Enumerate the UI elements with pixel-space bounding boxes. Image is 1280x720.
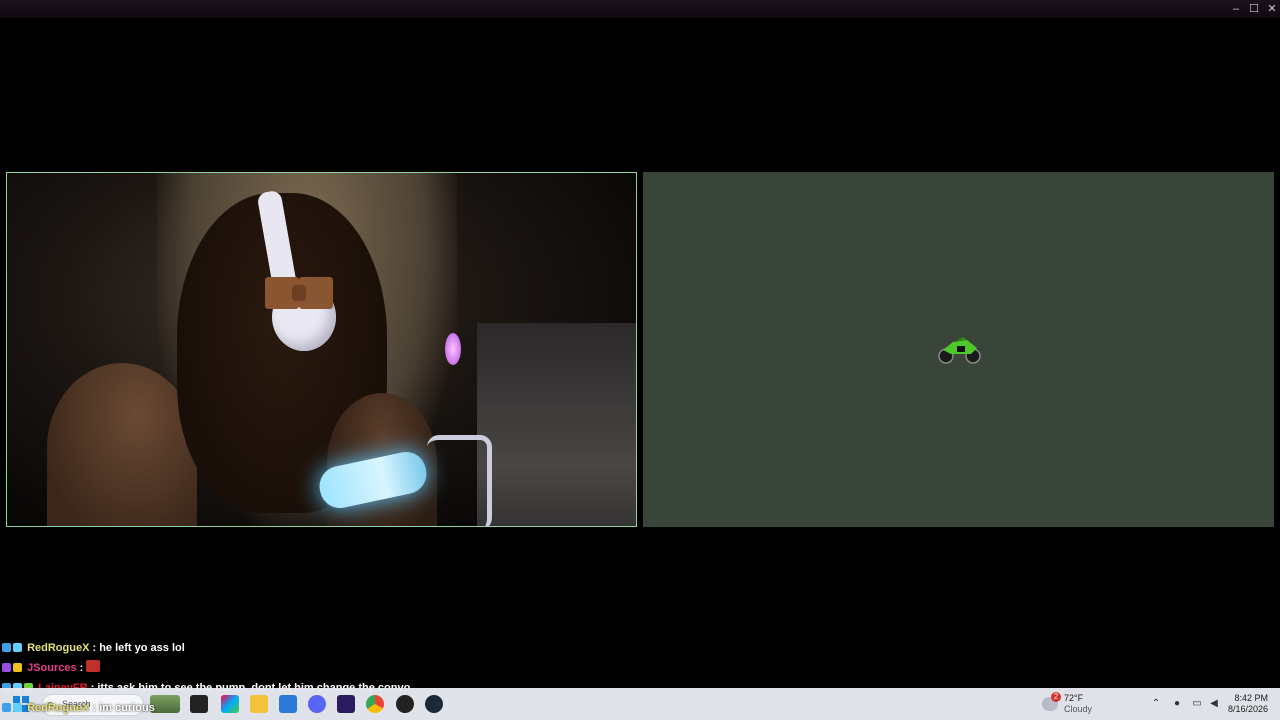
ban-emote-icon [86, 660, 101, 672]
clock-date[interactable]: 8/16/2026 [1224, 704, 1268, 715]
badge-icon [13, 703, 22, 712]
microphone-icon[interactable]: ● [1171, 698, 1183, 710]
motorcycle-icon [938, 337, 981, 364]
couch [477, 323, 636, 526]
minimize-button[interactable]: – [1226, 0, 1246, 18]
badge-icon [13, 643, 22, 652]
chat-username[interactable]: RedRogueX [27, 702, 89, 714]
badge-icon [2, 703, 11, 712]
weather-temp: 72°F [1064, 693, 1084, 703]
badge-icon [2, 643, 11, 652]
chat-separator: : [89, 702, 100, 714]
chat-message: JSources : [2, 659, 702, 677]
chat-username[interactable]: JSources [27, 662, 77, 674]
chat-username[interactable]: RedRogueX [27, 642, 89, 654]
lamp-orb [445, 333, 461, 365]
mic-arm [427, 435, 492, 526]
chat-separator: : [89, 642, 100, 654]
maximize-button[interactable]: ☐ [1244, 0, 1264, 18]
chevron-up-icon[interactable]: ⌃ [1150, 698, 1162, 710]
weather-condition: Cloudy [1064, 704, 1093, 714]
chat-text: he left yo ass lol [99, 642, 185, 654]
weather-badge: 2 [1051, 692, 1061, 702]
network-icon[interactable]: ▭ [1191, 698, 1203, 710]
badge-icon [2, 663, 11, 672]
chat-separator: : [76, 662, 87, 674]
arm [47, 363, 197, 526]
webcam-feed [6, 172, 637, 527]
clock-time[interactable]: 8:42 PM [1228, 693, 1268, 704]
badge-icon [13, 663, 22, 672]
chat-message: RedRogueX : im curious [2, 699, 702, 717]
chat-message: RedRogueX : he left yo ass lol [2, 639, 702, 657]
window-titlebar: – ☐ ✕ [0, 0, 1280, 18]
bow-knot [292, 285, 306, 301]
volume-icon[interactable]: ◀ [1208, 698, 1220, 710]
chat-text: im curious [99, 702, 155, 714]
close-button[interactable]: ✕ [1262, 0, 1280, 18]
